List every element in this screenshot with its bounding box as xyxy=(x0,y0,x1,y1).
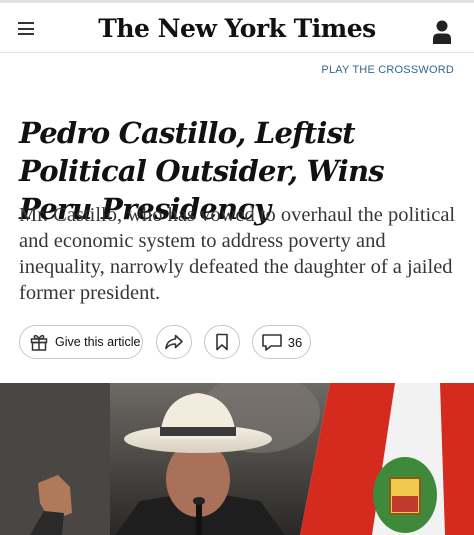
masthead-logo[interactable]: The New York Times xyxy=(0,14,474,43)
play-crossword-link[interactable]: PLAY THE CROSSWORD xyxy=(321,64,454,76)
gift-icon xyxy=(30,334,48,351)
top-navigation-bar: The New York Times xyxy=(0,0,474,53)
comments-button[interactable]: 36 xyxy=(252,325,311,359)
share-button[interactable] xyxy=(156,325,192,359)
share-arrow-icon xyxy=(165,334,183,350)
comment-bubble-icon xyxy=(261,334,282,351)
give-article-label: Give this article xyxy=(55,335,141,349)
article-photo[interactable] xyxy=(0,383,474,535)
article-summary: Mr. Castillo, who has vowed to overhaul … xyxy=(19,204,456,304)
comment-count: 36 xyxy=(287,334,303,350)
save-button[interactable] xyxy=(204,325,240,359)
bookmark-icon xyxy=(216,333,228,351)
give-article-button[interactable]: Give this article xyxy=(19,325,143,359)
account-icon[interactable] xyxy=(432,20,452,44)
